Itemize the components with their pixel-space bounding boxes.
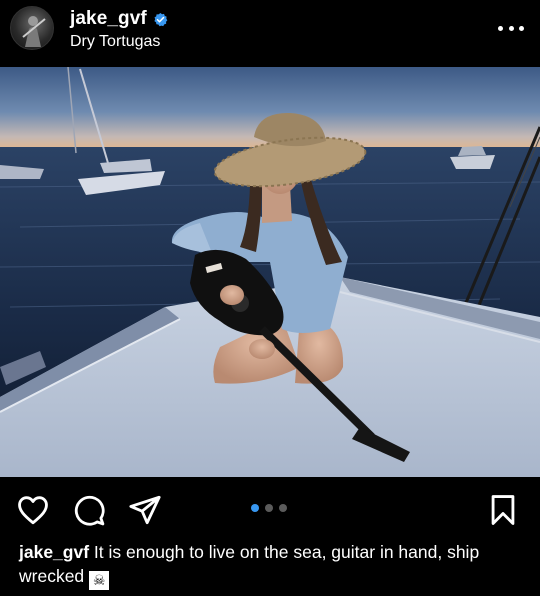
verified-badge-icon (154, 12, 168, 26)
comment-icon[interactable] (72, 493, 106, 527)
post-header: jake_gvf Dry Tortugas (0, 0, 540, 66)
carousel-dot[interactable] (265, 504, 273, 512)
post-caption: jake_gvf It is enough to live on the sea… (19, 540, 529, 590)
carousel-dot[interactable] (279, 504, 287, 512)
profile-avatar[interactable] (10, 6, 54, 50)
caption-text: It is enough to live on the sea, guitar … (19, 542, 480, 586)
post-photo[interactable] (0, 67, 540, 477)
caption-username[interactable]: jake_gvf (19, 542, 89, 562)
username-row: jake_gvf (70, 7, 168, 31)
post-username[interactable]: jake_gvf (70, 8, 147, 30)
skull-crossbones-emoji: ☠ (89, 571, 110, 590)
heart-icon[interactable] (16, 493, 50, 527)
carousel-indicator (251, 504, 287, 512)
bookmark-icon[interactable] (486, 493, 520, 527)
send-icon[interactable] (128, 493, 162, 527)
carousel-dot[interactable] (251, 504, 259, 512)
post-location[interactable]: Dry Tortugas (70, 33, 160, 51)
more-options-icon[interactable] (498, 19, 524, 37)
